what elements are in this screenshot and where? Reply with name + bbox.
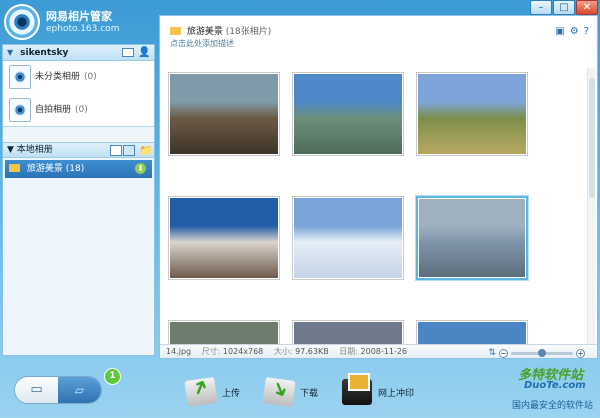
photo-image xyxy=(418,74,526,154)
local-albums-header[interactable]: ▼ 本地相册 📁 xyxy=(3,142,154,158)
window-controls: – □ ✕ xyxy=(529,0,598,15)
watermark: 多特软件站 DuoTe.com 国内最安全的软件站 xyxy=(474,348,594,418)
grid-view-icon[interactable] xyxy=(123,145,135,156)
status-size-value: 1024x768 xyxy=(222,347,264,356)
photo-thumbnail-snow-village[interactable] xyxy=(292,196,404,280)
notification-badge: 1 xyxy=(104,368,121,385)
description-link[interactable]: 点击此处添加描述 xyxy=(170,38,234,49)
app-window: – □ ✕ 网易相片管家 ephoto.163.com ▼ sikentsky … xyxy=(0,0,600,418)
mode-toggle[interactable]: ▭ ▱ xyxy=(14,376,102,404)
album-item-unsorted[interactable]: 未分类相册 (0) xyxy=(3,61,154,94)
user-icon[interactable]: 👤 xyxy=(138,47,150,59)
slideshow-icon[interactable]: ▣ xyxy=(555,26,564,37)
album-title: 旅游美景 (18张相片) xyxy=(170,24,271,37)
folder-icon xyxy=(9,164,20,172)
print-icon xyxy=(342,373,372,405)
app-logo-icon xyxy=(4,4,40,40)
chevron-down-icon: ▼ xyxy=(7,145,14,155)
photo-thumbnail-lake-shore[interactable] xyxy=(416,196,528,280)
photo-thumbnail-waterwheel[interactable] xyxy=(168,72,280,156)
minimize-button[interactable]: – xyxy=(530,0,552,15)
scrollbar-thumb[interactable] xyxy=(589,78,595,198)
album-icon xyxy=(9,98,31,122)
status-size-label: 尺寸: xyxy=(201,347,221,356)
photo-image xyxy=(170,74,278,154)
print-label: 网上冲印 xyxy=(378,388,415,399)
window-icon[interactable] xyxy=(122,48,134,57)
album-label: 未分类相册 xyxy=(35,72,81,82)
help-icon[interactable]: ? xyxy=(584,26,589,37)
photo-image xyxy=(294,74,402,154)
photo-image xyxy=(294,198,402,278)
download-label: 下载 xyxy=(300,388,319,399)
local-mode-icon[interactable]: ▭ xyxy=(15,377,58,403)
status-filename: 14.jpg xyxy=(166,347,192,356)
photo-thumbnail-grassland[interactable] xyxy=(416,72,528,156)
online-mode-icon[interactable]: ▱ xyxy=(58,377,101,403)
photo-thumbnail-potala-palace[interactable] xyxy=(168,196,280,280)
photo-grid xyxy=(168,72,586,348)
username: sikentsky xyxy=(20,48,69,58)
print-button[interactable]: 网上冲印 xyxy=(342,373,415,406)
sync-icon[interactable]: ⬇ xyxy=(135,163,146,174)
album-label: 自拍相册 xyxy=(35,105,72,115)
online-album-list: 未分类相册 (0) 自拍相册 (0) xyxy=(3,61,154,127)
status-filesize-value: 97.63KB xyxy=(295,347,329,356)
local-album-label: 旅游美景 (18) xyxy=(26,164,85,174)
list-view-icon[interactable] xyxy=(110,145,122,156)
local-album-item[interactable]: 旅游美景 (18) ⬇ xyxy=(5,160,152,178)
status-filesize-label: 大小: xyxy=(273,347,293,356)
upload-icon xyxy=(184,377,218,407)
download-button[interactable]: 下载 xyxy=(262,377,319,407)
add-folder-icon[interactable]: 📁 xyxy=(139,145,153,156)
album-name: 旅游美景 xyxy=(186,27,223,37)
album-icon xyxy=(9,65,31,89)
album-item-selfie[interactable]: 自拍相册 (0) xyxy=(3,94,154,127)
album-count: (0) xyxy=(84,72,97,82)
chevron-down-icon: ▼ xyxy=(7,48,14,57)
photo-image xyxy=(170,198,278,278)
settings-icon[interactable]: ⚙ xyxy=(570,26,579,37)
status-date-label: 日期: xyxy=(339,347,358,356)
upload-label: 上传 xyxy=(222,388,241,399)
account-header[interactable]: ▼ sikentsky 👤 xyxy=(3,45,154,61)
folder-icon xyxy=(170,27,181,35)
photo-panel: 旅游美景 (18张相片) 点击此处添加描述 ▣ ⚙ ? 14.jpg 尺寸: 1… xyxy=(159,15,598,359)
download-icon xyxy=(262,377,296,407)
close-button[interactable]: ✕ xyxy=(576,0,598,15)
album-header: 旅游美景 (18张相片) 点击此处添加描述 ▣ ⚙ ? xyxy=(160,16,597,64)
watermark-slogan: 国内最安全的软件站 xyxy=(512,401,594,411)
local-albums-title: 本地相册 xyxy=(16,145,53,155)
watermark-domain: DuoTe.com xyxy=(524,380,586,391)
maximize-button[interactable]: □ xyxy=(553,0,575,15)
status-date-value: 2008-11-26 xyxy=(360,347,408,356)
album-count: (0) xyxy=(75,105,88,115)
sidebar: ▼ sikentsky 👤 未分类相册 (0) 自拍相册 (0) ▼ 本地相册 📁 … xyxy=(2,44,155,356)
photo-count: (18张相片) xyxy=(225,27,272,37)
photo-thumbnail-coast-arch[interactable] xyxy=(292,72,404,156)
vertical-scrollbar[interactable] xyxy=(587,68,595,348)
app-name: 网易相片管家 xyxy=(46,10,112,23)
header-tools: ▣ ⚙ ? xyxy=(555,26,589,37)
photo-image xyxy=(419,199,525,277)
upload-button[interactable]: 上传 xyxy=(184,377,241,407)
app-url: ephoto.163.com xyxy=(46,24,120,34)
